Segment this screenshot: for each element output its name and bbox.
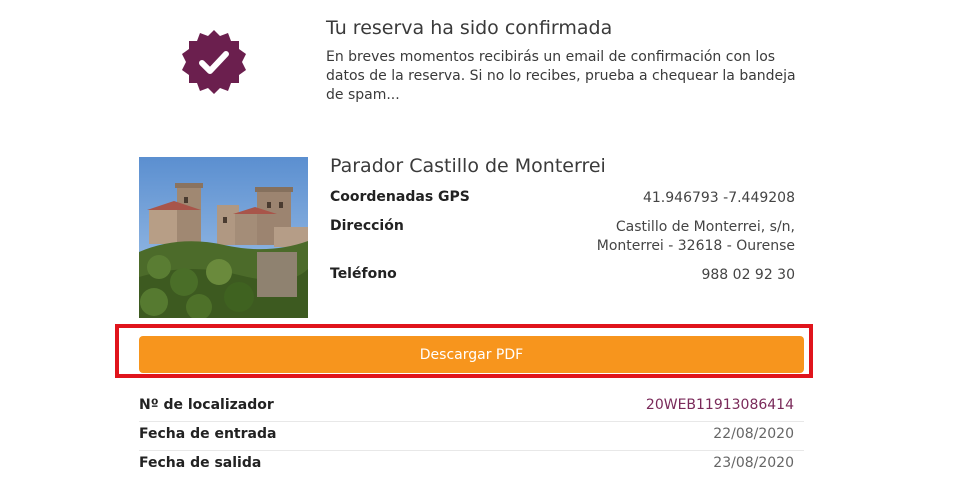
gps-label: Coordenadas GPS (330, 189, 470, 205)
detail-row-locator: Nº de localizador 20WEB11913086414 (139, 392, 804, 422)
checkin-label: Fecha de entrada (139, 426, 277, 442)
confirmation-title: Tu reserva ha sido confirmada (326, 17, 613, 39)
hotel-name: Parador Castillo de Monterrei (330, 155, 606, 177)
checkout-label: Fecha de salida (139, 455, 262, 471)
address-value: Castillo de Monterrei, s/n, Monterrei - … (597, 218, 795, 256)
detail-row-checkin: Fecha de entrada 22/08/2020 (139, 421, 804, 451)
checkin-value: 22/08/2020 (713, 426, 794, 442)
hotel-photo (139, 157, 308, 318)
confirmation-message: En breves momentos recibirás un email de… (326, 49, 796, 103)
check-badge-icon (180, 29, 248, 95)
address-line-1: Castillo de Monterrei, s/n, (615, 219, 795, 235)
locator-label: Nº de localizador (139, 397, 274, 413)
checkout-value: 23/08/2020 (713, 455, 794, 471)
address-label: Dirección (330, 218, 404, 234)
locator-value: 20WEB11913086414 (645, 397, 794, 413)
phone-label: Teléfono (330, 266, 397, 282)
download-pdf-button[interactable]: Descargar PDF (139, 336, 804, 373)
phone-value: 988 02 92 30 (701, 267, 795, 283)
address-line-2: Monterrei - 32618 - Ourense (596, 238, 795, 254)
gps-value: 41.946793 -7.449208 (642, 190, 795, 206)
